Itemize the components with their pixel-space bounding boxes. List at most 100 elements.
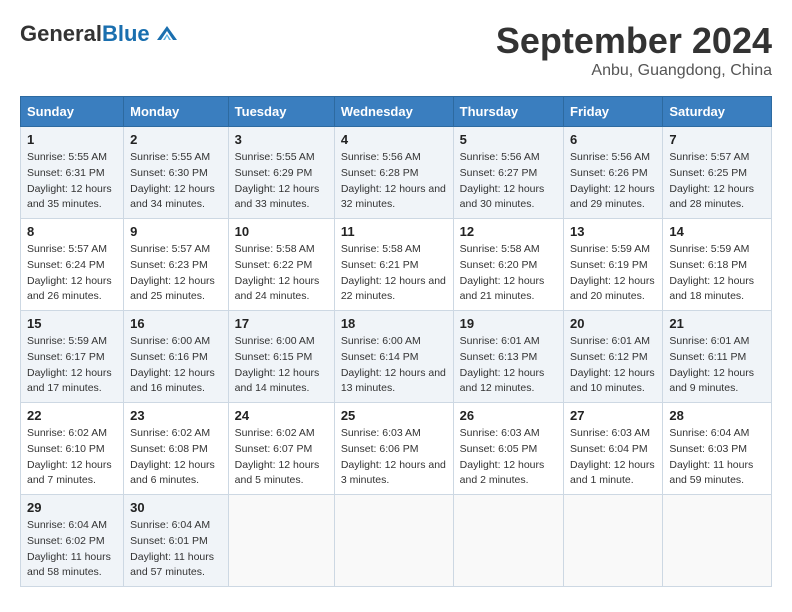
day-info: Sunrise: 6:03 AM Sunset: 6:06 PM Dayligh… — [341, 426, 447, 489]
day-number: 9 — [130, 224, 222, 239]
day-info: Sunrise: 5:55 AM Sunset: 6:31 PM Dayligh… — [27, 150, 117, 213]
day-info: Sunrise: 5:56 AM Sunset: 6:28 PM Dayligh… — [341, 150, 447, 213]
day-info: Sunrise: 6:04 AM Sunset: 6:02 PM Dayligh… — [27, 518, 117, 581]
day-number: 14 — [669, 224, 765, 239]
day-info: Sunrise: 6:02 AM Sunset: 6:08 PM Dayligh… — [130, 426, 222, 489]
day-info: Sunrise: 5:55 AM Sunset: 6:30 PM Dayligh… — [130, 150, 222, 213]
calendar-cell: 1 Sunrise: 5:55 AM Sunset: 6:31 PM Dayli… — [21, 127, 124, 219]
calendar-cell: 18 Sunrise: 6:00 AM Sunset: 6:14 PM Dayl… — [334, 311, 453, 403]
day-info: Sunrise: 5:58 AM Sunset: 6:21 PM Dayligh… — [341, 242, 447, 305]
col-thursday: Thursday — [453, 97, 563, 127]
calendar-cell: 29 Sunrise: 6:04 AM Sunset: 6:02 PM Dayl… — [21, 495, 124, 587]
day-info: Sunrise: 6:00 AM Sunset: 6:15 PM Dayligh… — [235, 334, 328, 397]
day-number: 6 — [570, 132, 656, 147]
day-info: Sunrise: 6:01 AM Sunset: 6:11 PM Dayligh… — [669, 334, 765, 397]
day-number: 7 — [669, 132, 765, 147]
header-row: Sunday Monday Tuesday Wednesday Thursday… — [21, 97, 772, 127]
calendar-week-row: 29 Sunrise: 6:04 AM Sunset: 6:02 PM Dayl… — [21, 495, 772, 587]
day-info: Sunrise: 5:58 AM Sunset: 6:20 PM Dayligh… — [460, 242, 557, 305]
day-number: 24 — [235, 408, 328, 423]
col-wednesday: Wednesday — [334, 97, 453, 127]
day-info: Sunrise: 5:57 AM Sunset: 6:25 PM Dayligh… — [669, 150, 765, 213]
day-number: 21 — [669, 316, 765, 331]
day-number: 28 — [669, 408, 765, 423]
day-info: Sunrise: 5:57 AM Sunset: 6:24 PM Dayligh… — [27, 242, 117, 305]
col-tuesday: Tuesday — [228, 97, 334, 127]
day-number: 4 — [341, 132, 447, 147]
day-info: Sunrise: 5:58 AM Sunset: 6:22 PM Dayligh… — [235, 242, 328, 305]
calendar-cell: 23 Sunrise: 6:02 AM Sunset: 6:08 PM Dayl… — [124, 403, 229, 495]
calendar-cell: 13 Sunrise: 5:59 AM Sunset: 6:19 PM Dayl… — [564, 219, 663, 311]
day-number: 8 — [27, 224, 117, 239]
calendar-cell — [228, 495, 334, 587]
calendar-cell: 7 Sunrise: 5:57 AM Sunset: 6:25 PM Dayli… — [663, 127, 772, 219]
calendar-cell: 8 Sunrise: 5:57 AM Sunset: 6:24 PM Dayli… — [21, 219, 124, 311]
calendar-cell: 30 Sunrise: 6:04 AM Sunset: 6:01 PM Dayl… — [124, 495, 229, 587]
title-block: September 2024 Anbu, Guangdong, China — [496, 20, 772, 80]
calendar-cell: 9 Sunrise: 5:57 AM Sunset: 6:23 PM Dayli… — [124, 219, 229, 311]
calendar-week-row: 1 Sunrise: 5:55 AM Sunset: 6:31 PM Dayli… — [21, 127, 772, 219]
calendar-cell: 2 Sunrise: 5:55 AM Sunset: 6:30 PM Dayli… — [124, 127, 229, 219]
logo-icon — [153, 20, 181, 48]
calendar-cell: 15 Sunrise: 5:59 AM Sunset: 6:17 PM Dayl… — [21, 311, 124, 403]
day-number: 3 — [235, 132, 328, 147]
day-info: Sunrise: 5:56 AM Sunset: 6:26 PM Dayligh… — [570, 150, 656, 213]
day-number: 19 — [460, 316, 557, 331]
day-info: Sunrise: 5:59 AM Sunset: 6:19 PM Dayligh… — [570, 242, 656, 305]
page-header: GeneralBlue September 2024 Anbu, Guangdo… — [20, 20, 772, 80]
day-number: 20 — [570, 316, 656, 331]
col-monday: Monday — [124, 97, 229, 127]
day-number: 15 — [27, 316, 117, 331]
calendar-cell: 27 Sunrise: 6:03 AM Sunset: 6:04 PM Dayl… — [564, 403, 663, 495]
day-number: 23 — [130, 408, 222, 423]
day-number: 10 — [235, 224, 328, 239]
calendar-cell: 24 Sunrise: 6:02 AM Sunset: 6:07 PM Dayl… — [228, 403, 334, 495]
day-info: Sunrise: 6:01 AM Sunset: 6:12 PM Dayligh… — [570, 334, 656, 397]
logo: GeneralBlue — [20, 20, 181, 48]
calendar-cell: 6 Sunrise: 5:56 AM Sunset: 6:26 PM Dayli… — [564, 127, 663, 219]
day-info: Sunrise: 5:59 AM Sunset: 6:17 PM Dayligh… — [27, 334, 117, 397]
calendar-cell: 3 Sunrise: 5:55 AM Sunset: 6:29 PM Dayli… — [228, 127, 334, 219]
day-number: 2 — [130, 132, 222, 147]
day-number: 1 — [27, 132, 117, 147]
day-number: 18 — [341, 316, 447, 331]
day-info: Sunrise: 5:56 AM Sunset: 6:27 PM Dayligh… — [460, 150, 557, 213]
day-number: 30 — [130, 500, 222, 515]
calendar-cell: 20 Sunrise: 6:01 AM Sunset: 6:12 PM Dayl… — [564, 311, 663, 403]
day-number: 29 — [27, 500, 117, 515]
day-info: Sunrise: 6:01 AM Sunset: 6:13 PM Dayligh… — [460, 334, 557, 397]
calendar-week-row: 15 Sunrise: 5:59 AM Sunset: 6:17 PM Dayl… — [21, 311, 772, 403]
day-info: Sunrise: 6:00 AM Sunset: 6:16 PM Dayligh… — [130, 334, 222, 397]
calendar-cell: 10 Sunrise: 5:58 AM Sunset: 6:22 PM Dayl… — [228, 219, 334, 311]
calendar-cell: 16 Sunrise: 6:00 AM Sunset: 6:16 PM Dayl… — [124, 311, 229, 403]
calendar-cell: 14 Sunrise: 5:59 AM Sunset: 6:18 PM Dayl… — [663, 219, 772, 311]
day-number: 27 — [570, 408, 656, 423]
day-number: 25 — [341, 408, 447, 423]
calendar-table: Sunday Monday Tuesday Wednesday Thursday… — [20, 96, 772, 587]
day-number: 12 — [460, 224, 557, 239]
day-info: Sunrise: 6:03 AM Sunset: 6:05 PM Dayligh… — [460, 426, 557, 489]
calendar-cell: 22 Sunrise: 6:02 AM Sunset: 6:10 PM Dayl… — [21, 403, 124, 495]
day-info: Sunrise: 5:57 AM Sunset: 6:23 PM Dayligh… — [130, 242, 222, 305]
calendar-cell — [663, 495, 772, 587]
day-info: Sunrise: 6:02 AM Sunset: 6:07 PM Dayligh… — [235, 426, 328, 489]
day-info: Sunrise: 5:59 AM Sunset: 6:18 PM Dayligh… — [669, 242, 765, 305]
day-info: Sunrise: 6:00 AM Sunset: 6:14 PM Dayligh… — [341, 334, 447, 397]
day-info: Sunrise: 5:55 AM Sunset: 6:29 PM Dayligh… — [235, 150, 328, 213]
day-info: Sunrise: 6:04 AM Sunset: 6:01 PM Dayligh… — [130, 518, 222, 581]
logo-general: General — [20, 21, 102, 46]
month-title: September 2024 — [496, 20, 772, 62]
day-number: 16 — [130, 316, 222, 331]
col-saturday: Saturday — [663, 97, 772, 127]
day-number: 26 — [460, 408, 557, 423]
calendar-week-row: 8 Sunrise: 5:57 AM Sunset: 6:24 PM Dayli… — [21, 219, 772, 311]
calendar-cell — [564, 495, 663, 587]
day-number: 5 — [460, 132, 557, 147]
col-sunday: Sunday — [21, 97, 124, 127]
calendar-cell: 25 Sunrise: 6:03 AM Sunset: 6:06 PM Dayl… — [334, 403, 453, 495]
location: Anbu, Guangdong, China — [496, 62, 772, 80]
day-number: 22 — [27, 408, 117, 423]
calendar-cell: 4 Sunrise: 5:56 AM Sunset: 6:28 PM Dayli… — [334, 127, 453, 219]
calendar-cell: 17 Sunrise: 6:00 AM Sunset: 6:15 PM Dayl… — [228, 311, 334, 403]
calendar-cell: 28 Sunrise: 6:04 AM Sunset: 6:03 PM Dayl… — [663, 403, 772, 495]
